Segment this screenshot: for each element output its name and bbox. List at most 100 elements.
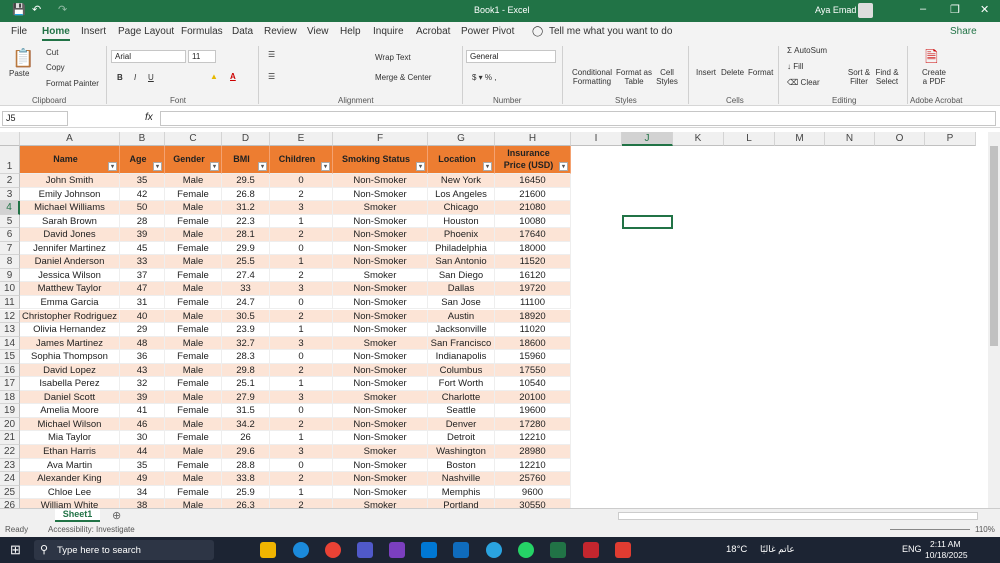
table-cell[interactable]: 1 — [270, 377, 333, 391]
table-cell[interactable]: Male — [165, 499, 222, 508]
table-cell[interactable]: Smoker — [333, 269, 428, 283]
table-cell[interactable]: 1 — [270, 323, 333, 337]
table-cell[interactable]: 2 — [270, 188, 333, 202]
table-cell[interactable]: Jessica Wilson — [20, 269, 120, 283]
table-cell[interactable]: 11520 — [495, 255, 571, 269]
table-cell[interactable]: Indianapolis — [428, 350, 495, 364]
row-header[interactable]: 12 — [0, 310, 20, 324]
table-cell[interactable]: Smoker — [333, 391, 428, 405]
table-cell[interactable]: 35 — [120, 174, 165, 188]
column-header-j[interactable]: J — [622, 132, 673, 146]
table-cell[interactable]: 19720 — [495, 282, 571, 296]
table-cell[interactable]: Non-Smoker — [333, 377, 428, 391]
row-header[interactable]: 4 — [0, 201, 20, 215]
table-cell[interactable]: 33 — [222, 282, 270, 296]
table-cell[interactable]: Fort Worth — [428, 377, 495, 391]
table-cell[interactable]: Female — [165, 404, 222, 418]
row-header[interactable]: 17 — [0, 377, 20, 391]
table-cell[interactable]: Ethan Harris — [20, 445, 120, 459]
table-cell[interactable]: 10080 — [495, 215, 571, 229]
table-cell[interactable]: Female — [165, 296, 222, 310]
table-cell[interactable]: Female — [165, 459, 222, 473]
tab-data[interactable]: Data — [232, 26, 253, 37]
excel-taskbar-icon[interactable] — [550, 542, 566, 558]
selected-cell[interactable] — [622, 215, 673, 230]
table-cell[interactable]: 18600 — [495, 337, 571, 351]
table-cell[interactable]: Phoenix — [428, 228, 495, 242]
table-cell[interactable]: 25760 — [495, 472, 571, 486]
table-cell[interactable]: 2 — [270, 472, 333, 486]
minimize-button[interactable]: – — [920, 3, 926, 15]
column-header-f[interactable]: F — [333, 132, 428, 146]
table-cell[interactable]: 0 — [270, 174, 333, 188]
table-cell[interactable]: 0 — [270, 459, 333, 473]
table-cell[interactable]: Dallas — [428, 282, 495, 296]
sort-filter-button[interactable]: Sort & Filter — [845, 68, 873, 86]
table-cell[interactable]: 46 — [120, 418, 165, 432]
table-cell[interactable]: Non-Smoker — [333, 418, 428, 432]
table-cell[interactable]: Non-Smoker — [333, 188, 428, 202]
table-cell[interactable]: 36 — [120, 350, 165, 364]
table-cell[interactable]: David Lopez — [20, 364, 120, 378]
table-cell[interactable]: Nashville — [428, 472, 495, 486]
table-cell[interactable]: Philadelphia — [428, 242, 495, 256]
table-cell[interactable]: 39 — [120, 228, 165, 242]
whatsapp-icon[interactable] — [518, 542, 534, 558]
app-icon[interactable] — [583, 542, 599, 558]
table-cell[interactable]: Male — [165, 201, 222, 215]
row-header[interactable]: 25 — [0, 486, 20, 500]
table-cell[interactable]: 30.5 — [222, 310, 270, 324]
table-cell[interactable]: 17550 — [495, 364, 571, 378]
table-cell[interactable]: 3 — [270, 391, 333, 405]
table-cell[interactable]: Emily Johnson — [20, 188, 120, 202]
table-cell[interactable]: Female — [165, 242, 222, 256]
table-cell[interactable]: 29.8 — [222, 364, 270, 378]
name-box[interactable]: J5 — [2, 111, 68, 126]
maximize-button[interactable]: ❐ — [950, 3, 960, 16]
row-header[interactable]: 16 — [0, 364, 20, 378]
table-cell[interactable]: 25.5 — [222, 255, 270, 269]
font-size-select[interactable]: 11 — [188, 50, 216, 63]
table-cell[interactable]: 43 — [120, 364, 165, 378]
table-cell[interactable]: Matthew Taylor — [20, 282, 120, 296]
table-cell[interactable]: 1 — [270, 255, 333, 269]
table-cell[interactable]: Non-Smoker — [333, 310, 428, 324]
table-cell[interactable]: 0 — [270, 404, 333, 418]
weather-text[interactable]: عاتم غالبًا — [760, 544, 795, 555]
table-cell[interactable]: Non-Smoker — [333, 174, 428, 188]
row-header[interactable]: 24 — [0, 472, 20, 486]
table-cell[interactable]: 29.5 — [222, 174, 270, 188]
table-cell[interactable]: 15960 — [495, 350, 571, 364]
filter-dropdown-icon[interactable]: ▾ — [559, 162, 568, 171]
table-cell[interactable]: 2 — [270, 310, 333, 324]
tab-formulas[interactable]: Formulas — [181, 26, 223, 37]
table-cell[interactable]: 12210 — [495, 459, 571, 473]
table-cell[interactable]: 25.1 — [222, 377, 270, 391]
italic-button[interactable]: I — [134, 73, 136, 82]
row-header[interactable]: 10 — [0, 282, 20, 296]
table-cell[interactable]: William White — [20, 499, 120, 508]
table-cell[interactable]: Daniel Scott — [20, 391, 120, 405]
row-header[interactable]: 19 — [0, 404, 20, 418]
table-cell[interactable]: 29 — [120, 323, 165, 337]
table-cell[interactable]: Non-Smoker — [333, 296, 428, 310]
table-cell[interactable]: 16120 — [495, 269, 571, 283]
table-cell[interactable]: Female — [165, 188, 222, 202]
formula-input[interactable] — [160, 111, 996, 126]
merge-center-button[interactable]: Merge & Center — [375, 73, 431, 82]
table-cell[interactable]: Non-Smoker — [333, 228, 428, 242]
table-cell[interactable]: 28 — [120, 215, 165, 229]
table-cell[interactable]: Washington — [428, 445, 495, 459]
insert-cells-button[interactable]: Insert — [696, 68, 716, 77]
table-cell[interactable]: 31 — [120, 296, 165, 310]
tab-insert[interactable]: Insert — [81, 26, 106, 37]
table-cell[interactable]: Boston — [428, 459, 495, 473]
table-cell[interactable]: 2 — [270, 418, 333, 432]
table-cell[interactable]: Houston — [428, 215, 495, 229]
table-cell[interactable]: Non-Smoker — [333, 350, 428, 364]
column-header-n[interactable]: N — [825, 132, 875, 146]
row-header[interactable]: 18 — [0, 391, 20, 405]
sheet-tab-sheet1[interactable]: Sheet1 — [55, 509, 100, 522]
filter-dropdown-icon[interactable]: ▾ — [321, 162, 330, 171]
underline-button[interactable]: U — [148, 73, 154, 82]
